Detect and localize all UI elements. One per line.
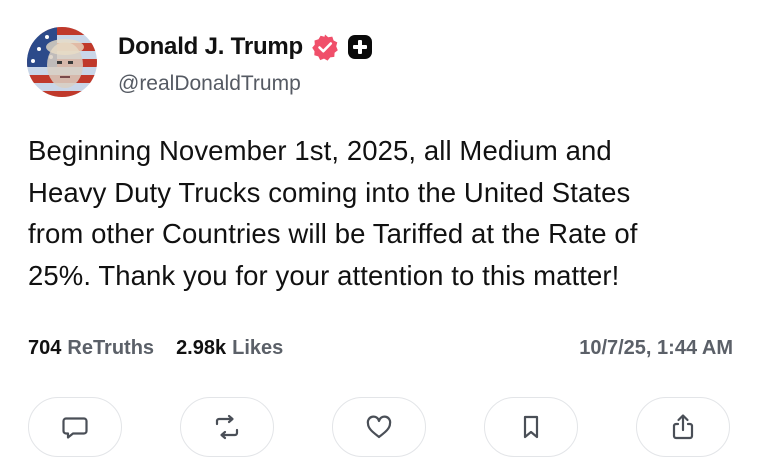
author-display-name[interactable]: Donald J. Trump bbox=[118, 33, 303, 61]
post-line: 25%. Thank you for your attention to thi… bbox=[28, 259, 620, 291]
likes-stat[interactable]: 2.98k Likes bbox=[176, 337, 283, 360]
reply-button[interactable] bbox=[28, 397, 122, 457]
likes-label: Likes bbox=[232, 337, 284, 359]
retruths-stat[interactable]: 704 ReTruths bbox=[28, 337, 154, 360]
action-bar bbox=[28, 397, 733, 459]
likes-count: 2.98k bbox=[176, 337, 227, 359]
share-icon bbox=[672, 414, 694, 440]
retruth-icon bbox=[215, 414, 239, 440]
retruths-count: 704 bbox=[28, 337, 62, 359]
post-card: Donald J. Trump @realDonaldTrump Beginni… bbox=[0, 0, 760, 472]
author-handle[interactable]: @realDonaldTrump bbox=[118, 72, 301, 96]
post-line: from other Countries will be Tariffed at… bbox=[28, 218, 638, 249]
engagement-stats: 704 ReTruths 2.98k Likes 10/7/25, 1:44 A… bbox=[28, 337, 733, 360]
reply-icon bbox=[62, 417, 88, 439]
bookmark-icon bbox=[523, 415, 539, 439]
post-body: Beginning November 1st, 2025, all Medium… bbox=[28, 130, 748, 296]
bookmark-button[interactable] bbox=[484, 397, 578, 457]
post-timestamp[interactable]: 10/7/25, 1:44 AM bbox=[579, 337, 733, 360]
author-name-row: Donald J. Trump bbox=[118, 33, 373, 61]
verified-badge-icon bbox=[312, 34, 338, 61]
avatar-image bbox=[27, 27, 97, 97]
plus-badge-icon bbox=[348, 35, 373, 59]
share-button[interactable] bbox=[636, 397, 730, 457]
post-line: Beginning November 1st, 2025, all Medium… bbox=[28, 135, 612, 166]
like-icon bbox=[366, 415, 392, 439]
avatar[interactable] bbox=[27, 27, 97, 97]
post-line: Heavy Duty Trucks coming into the United… bbox=[28, 176, 631, 208]
retruth-button[interactable] bbox=[180, 397, 274, 457]
like-button[interactable] bbox=[332, 397, 426, 457]
retruths-label: ReTruths bbox=[67, 337, 155, 359]
